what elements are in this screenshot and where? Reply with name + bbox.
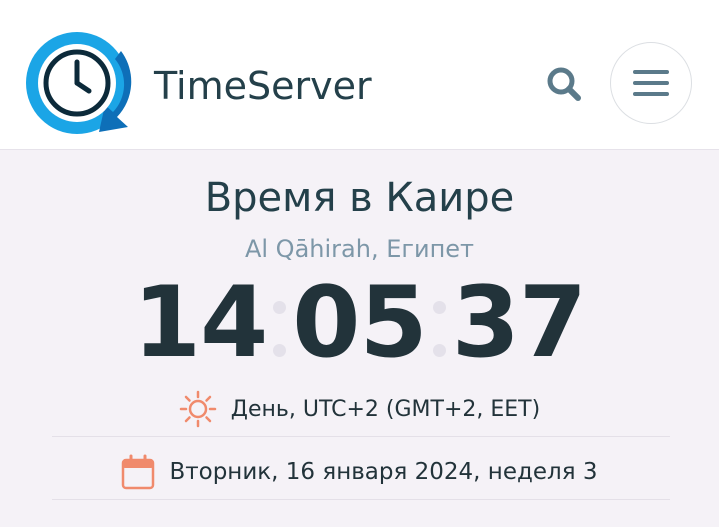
timeserver-logo[interactable] — [25, 29, 137, 139]
calendar-icon — [121, 454, 155, 490]
divider — [52, 436, 670, 437]
clock-hours: 14 — [132, 266, 268, 380]
search-button[interactable] — [538, 58, 590, 110]
site-header: TimeServer — [0, 0, 719, 150]
clock-logo-icon — [26, 32, 132, 134]
date-info-row: Вторник, 16 января 2024, неделя 3 — [0, 452, 719, 492]
sun-icon — [179, 390, 217, 428]
date-info-text: Вторник, 16 января 2024, неделя 3 — [169, 459, 598, 485]
clock-separator — [273, 301, 287, 357]
hamburger-menu-icon — [633, 70, 669, 96]
menu-button[interactable] — [610, 42, 692, 124]
clock-minutes: 05 — [292, 266, 427, 380]
brand-name[interactable]: TimeServer — [154, 62, 372, 110]
page-title: Время в Каире — [204, 175, 515, 221]
location-subtitle: Al Qāhirah, Египет — [244, 235, 475, 263]
clock-separator — [432, 301, 446, 357]
digital-clock: 14 05 37 — [0, 268, 719, 378]
clock-seconds: 37 — [451, 266, 587, 380]
day-info-text: День, UTC+2 (GMT+2, EET) — [230, 396, 541, 422]
search-icon — [547, 67, 581, 101]
day-info-row: День, UTC+2 (GMT+2, EET) — [0, 387, 719, 431]
divider — [52, 499, 670, 500]
